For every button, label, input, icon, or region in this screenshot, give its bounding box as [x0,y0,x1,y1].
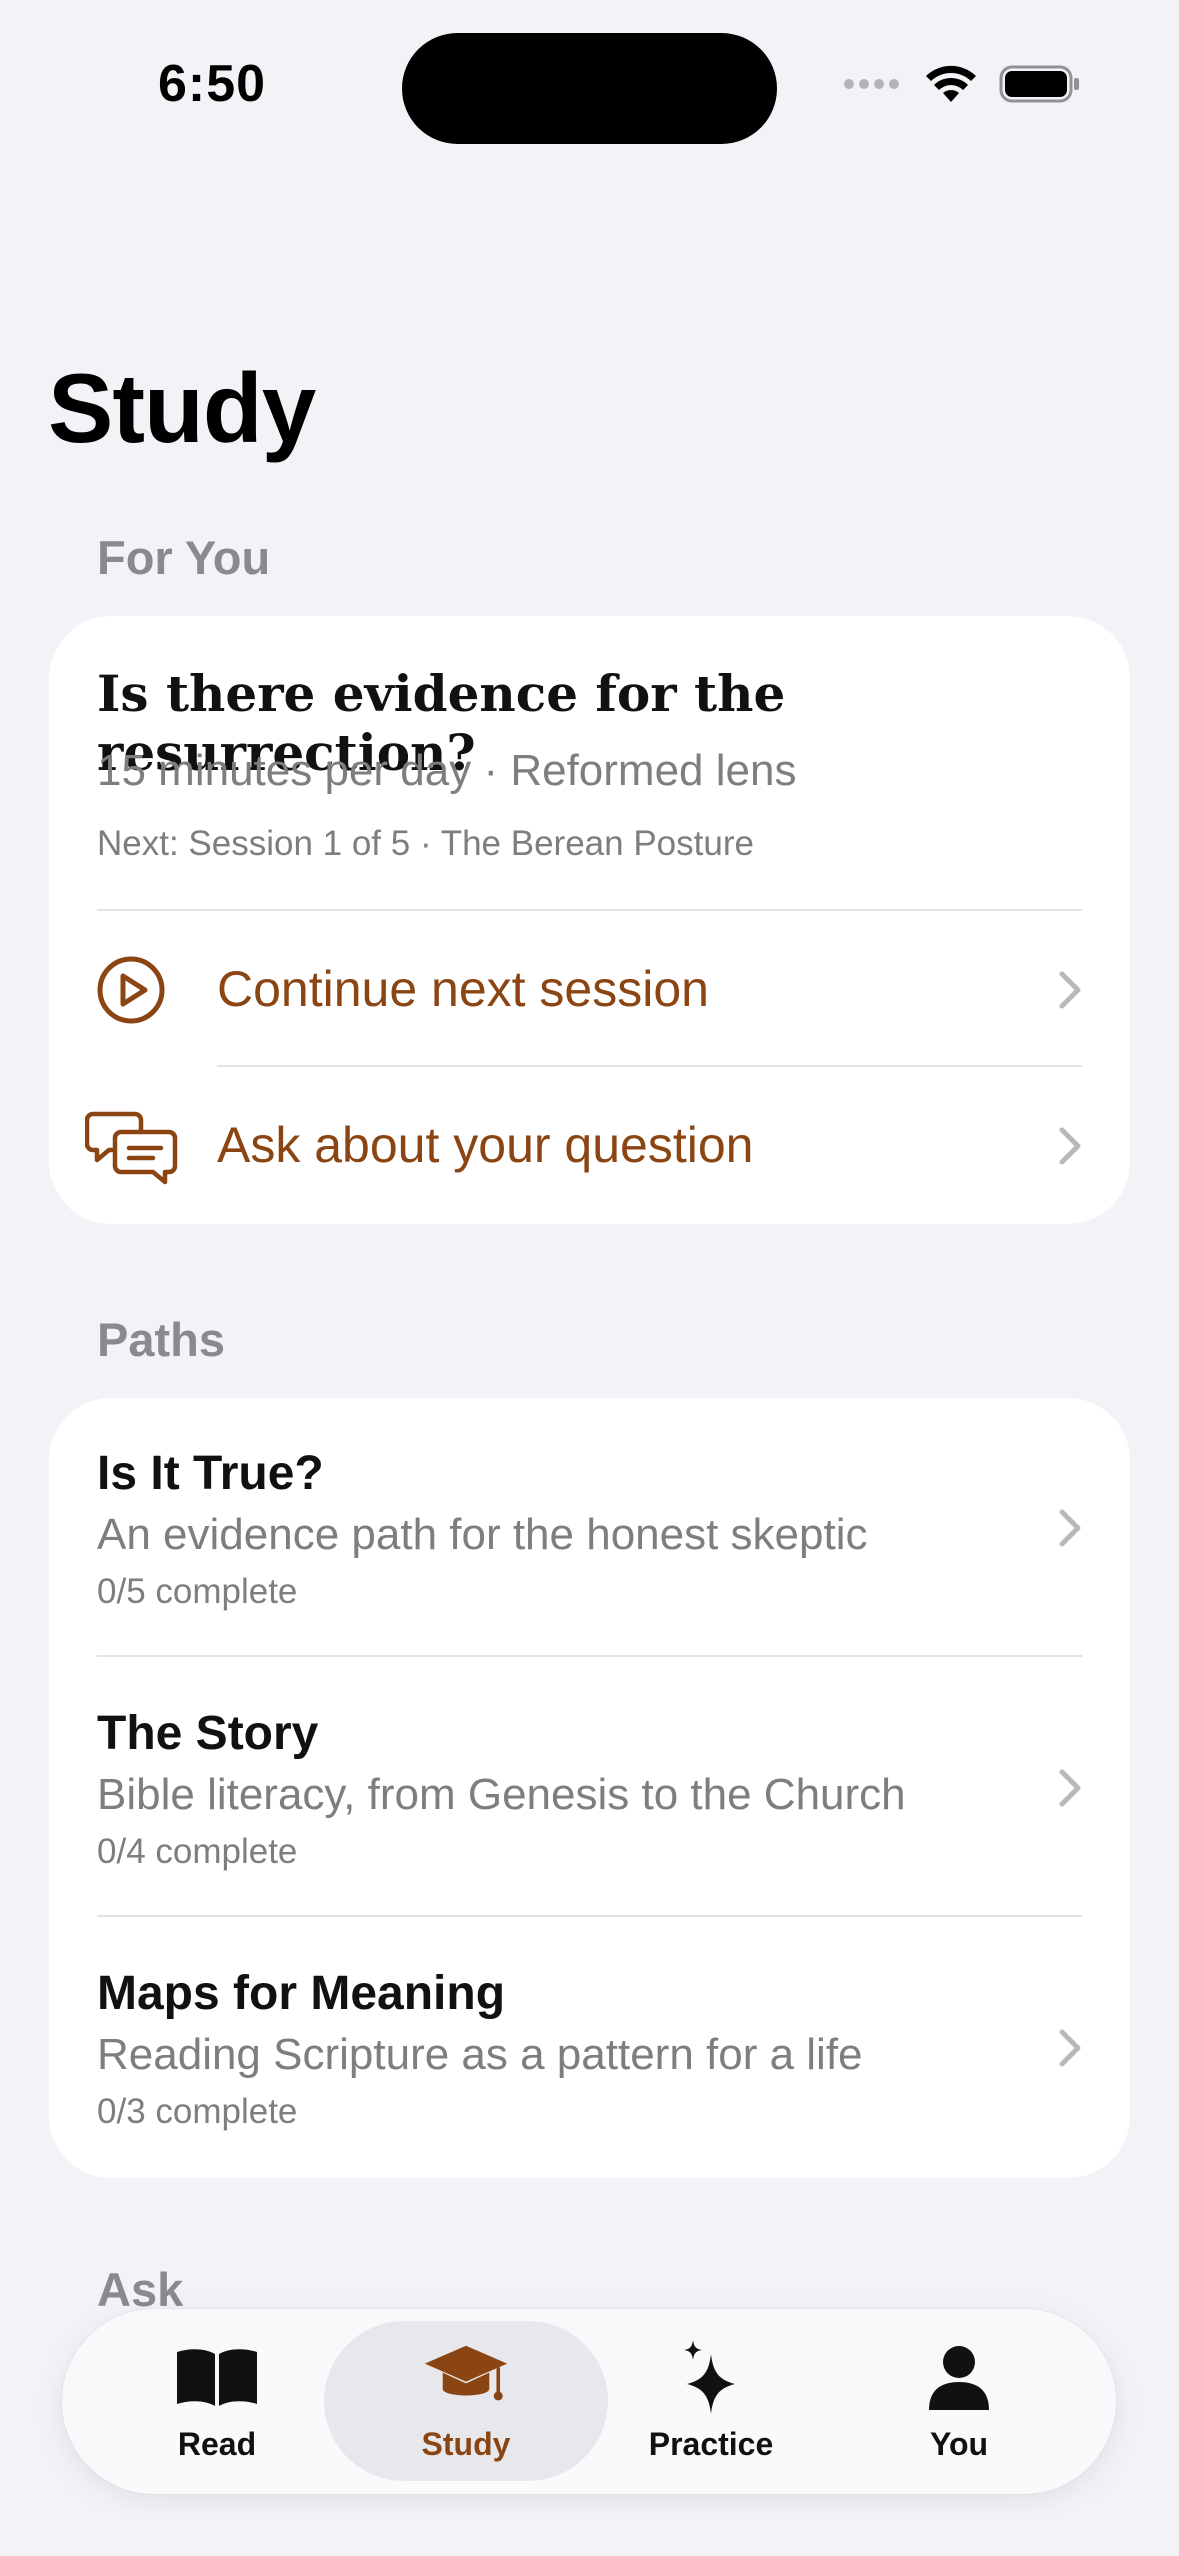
for-you-next-session: Next: Session 1 of 5 · The Berean Postur… [97,824,754,863]
path-description: An evidence path for the honest skeptic [97,1510,868,1559]
chevron-right-icon [1059,971,1081,1009]
tab-bar: Read Study Practice You [62,2309,1116,2494]
ask-question-label: Ask about your question [217,1117,754,1173]
path-title: Is It True? [97,1447,324,1500]
tab-you[interactable]: You [834,2309,1084,2494]
play-circle-icon [97,956,165,1024]
chevron-right-icon [1059,1127,1081,1165]
tab-label: Practice [648,2426,774,2462]
book-icon [177,2349,257,2406]
path-progress: 0/4 complete [97,1832,298,1871]
section-header-for-you: For You [97,531,271,584]
divider [97,1915,1082,1917]
ask-question-button[interactable]: Ask about your question [49,1068,1130,1223]
status-time: 6:50 [158,55,267,113]
section-header-paths: Paths [97,1313,225,1366]
chevron-right-icon [1059,2029,1081,2067]
chat-bubbles-icon [85,1111,178,1185]
path-description: Reading Scripture as a pattern for a lif… [97,2030,863,2079]
person-icon [929,2346,989,2410]
chevron-right-icon [1059,1769,1081,1807]
dynamic-island [402,33,777,144]
path-description: Bible literacy, from Genesis to the Chur… [97,1770,906,1819]
wifi-icon [926,65,976,102]
path-item-is-it-true[interactable]: Is It True? An evidence path for the hon… [49,1398,1130,1658]
tab-study[interactable]: Study [324,2321,608,2481]
status-icons [843,64,1081,104]
status-bar: 6:50 [0,0,1179,170]
paths-card: Is It True? An evidence path for the hon… [49,1398,1130,2178]
path-progress: 0/3 complete [97,2092,298,2131]
path-title: The Story [97,1707,319,1760]
signal-icon [844,79,899,89]
tab-practice[interactable]: Practice [586,2309,836,2494]
for-you-card: Is there evidence for the resurrection? … [49,616,1130,1224]
path-title: Maps for Meaning [97,1967,506,2020]
path-item-maps-for-meaning[interactable]: Maps for Meaning Reading Scripture as a … [49,1918,1130,2178]
continue-session-label: Continue next session [217,961,709,1017]
tab-read[interactable]: Read [92,2309,342,2494]
for-you-plan-details: 15 minutes per day · Reformed lens [97,746,797,795]
tab-label: Study [421,2425,511,2462]
divider [97,1655,1082,1657]
tab-label: You [929,2426,989,2462]
sparkles-icon [684,2340,735,2414]
page-title: Study [48,353,316,463]
tab-label: Read [177,2426,257,2462]
divider [97,909,1082,911]
graduation-cap-icon [424,2345,508,2400]
battery-icon [999,65,1079,103]
chevron-right-icon [1059,1509,1081,1547]
path-item-the-story[interactable]: The Story Bible literacy, from Genesis t… [49,1658,1130,1918]
path-progress: 0/5 complete [97,1572,298,1611]
continue-session-button[interactable]: Continue next session [49,912,1130,1067]
divider [217,1065,1082,1067]
